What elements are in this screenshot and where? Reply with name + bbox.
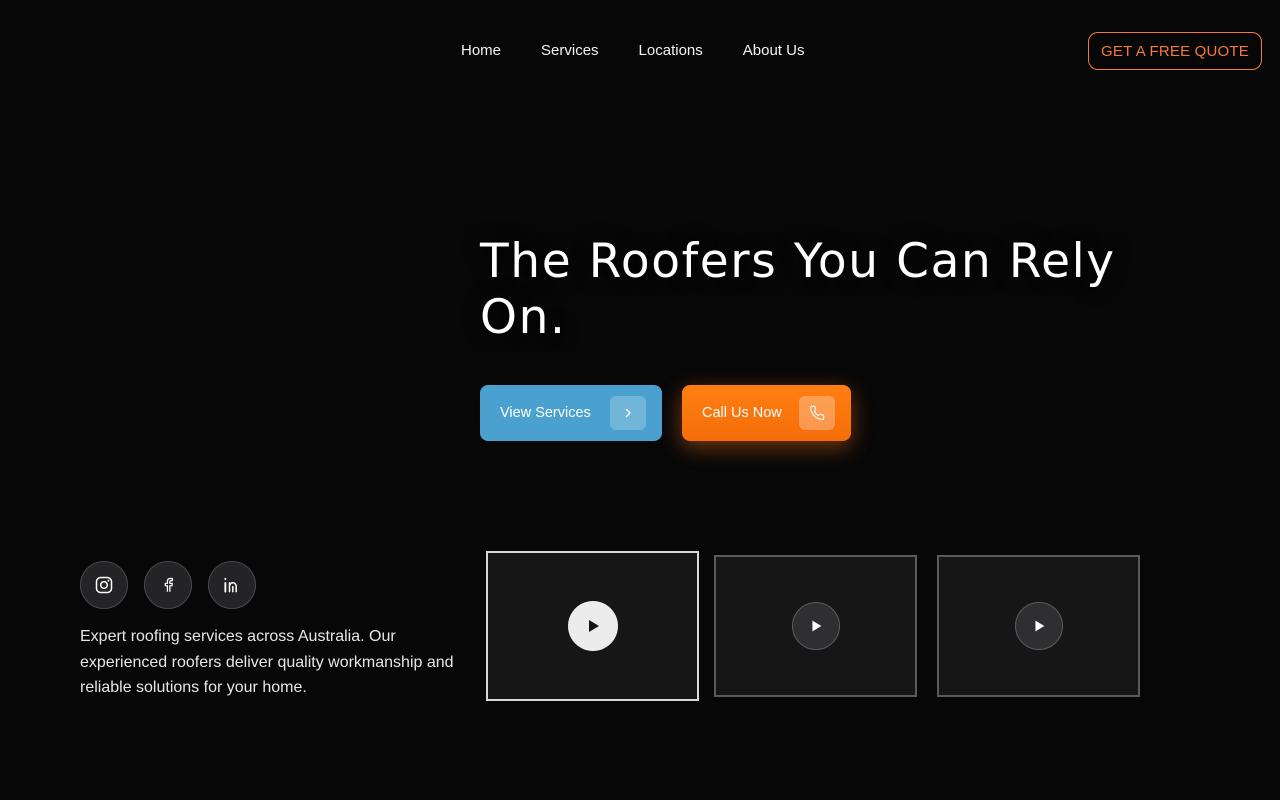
video-thumbnail-1[interactable] [486, 551, 699, 701]
chevron-right-icon [610, 396, 646, 430]
phone-icon [799, 396, 835, 430]
video-thumbnail-2[interactable] [714, 555, 917, 697]
get-free-quote-button[interactable]: GET A FREE QUOTE [1088, 32, 1262, 70]
play-icon[interactable] [1015, 602, 1063, 650]
facebook-icon[interactable] [144, 561, 192, 609]
company-blurb: Expert roofing services across Australia… [80, 628, 454, 696]
nav-link-locations[interactable]: Locations [639, 41, 703, 61]
view-services-button[interactable]: View Services [480, 385, 662, 441]
linkedin-icon[interactable] [208, 561, 256, 609]
nav-link-about-us[interactable]: About Us [743, 41, 805, 61]
social-links [80, 561, 256, 609]
top-nav: Home Services Locations About Us GET A F… [0, 0, 1280, 104]
hero-title: The Roofers You Can Rely On. [480, 234, 1116, 345]
play-icon[interactable] [792, 602, 840, 650]
hero-cta-row: View Services Call Us Now [480, 385, 851, 441]
video-thumbnail-3[interactable] [937, 555, 1140, 697]
play-icon[interactable] [568, 601, 618, 651]
page: Home Services Locations About Us GET A F… [0, 0, 1280, 800]
call-us-now-label: Call Us Now [702, 405, 782, 421]
nav-links: Home Services Locations About Us [461, 41, 804, 61]
nav-link-services[interactable]: Services [541, 41, 599, 61]
call-us-now-button[interactable]: Call Us Now [682, 385, 851, 441]
view-services-label: View Services [500, 405, 591, 421]
nav-link-home[interactable]: Home [461, 41, 501, 61]
instagram-icon[interactable] [80, 561, 128, 609]
